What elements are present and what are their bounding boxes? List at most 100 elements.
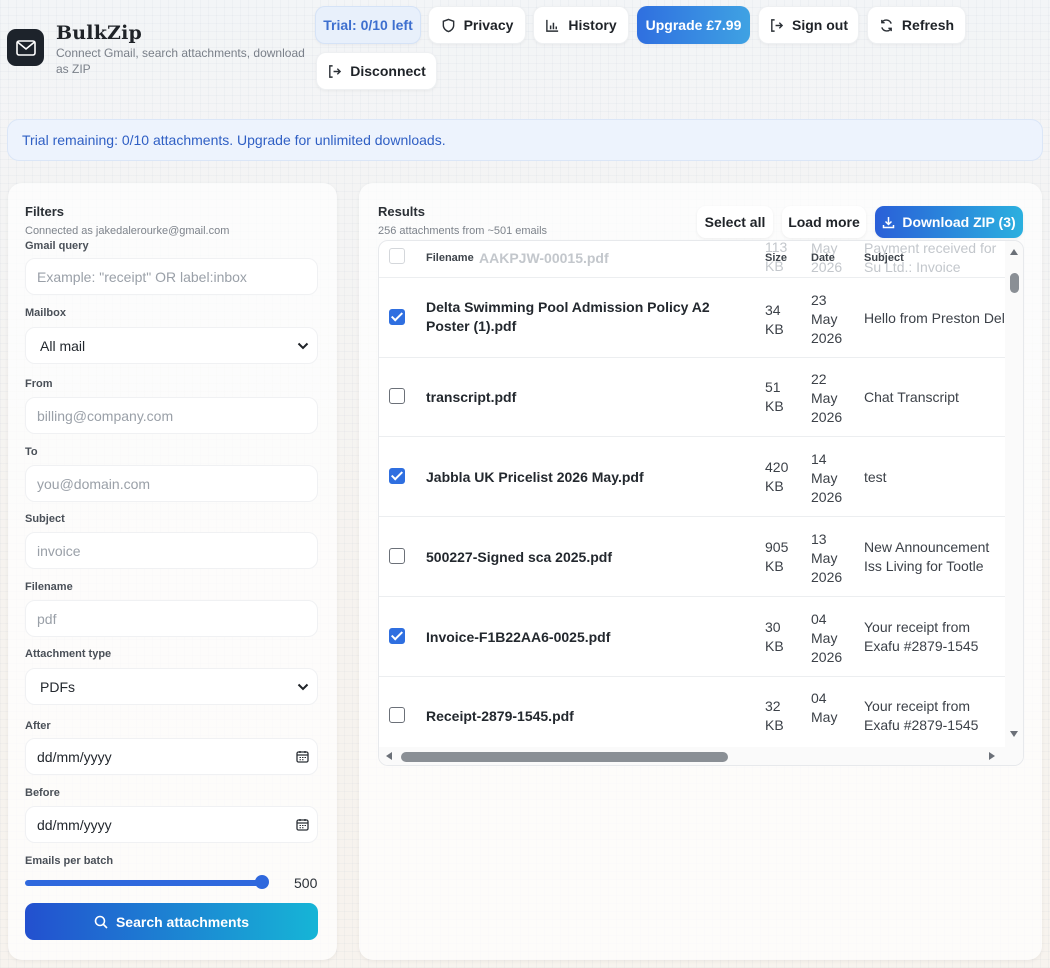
calendar-icon: [296, 751, 309, 763]
filters-title: Filters: [25, 204, 65, 219]
row-checkbox[interactable]: [389, 548, 405, 564]
table-row[interactable]: transcript.pdf 51 KB 22 May 2026 Chat Trans…: [379, 357, 1006, 437]
row-size: 30 KB: [765, 619, 784, 654]
before-label: Before: [25, 787, 60, 799]
disconnect-label: Disconnect: [350, 63, 426, 79]
before-date-input[interactable]: dd/mm/yyyy: [25, 806, 318, 843]
history-button[interactable]: History: [533, 6, 629, 44]
from-input[interactable]: billing@company.com: [25, 397, 318, 434]
row-subject: Your receipt from Exafu #2879-1545: [864, 619, 979, 654]
horizontal-scroll-thumb[interactable]: [401, 752, 728, 762]
upgrade-button[interactable]: Upgrade £7.99: [637, 6, 750, 44]
download-zip-label: Download ZIP (3): [902, 214, 1016, 230]
calendar-picker[interactable]: [296, 818, 309, 831]
row-checkbox[interactable]: [389, 468, 405, 484]
row-filename: Receipt-2879-1545.pdf: [426, 708, 574, 724]
table-header: Filename Size Date Subject: [379, 241, 1006, 278]
row-filename: Invoice-F1B22AA6-0025.pdf: [426, 629, 611, 645]
row-date: 14 May 2026: [811, 451, 843, 505]
row-date: 04 May: [811, 690, 838, 725]
row-size: 420 KB: [765, 459, 789, 494]
calendar-picker[interactable]: [296, 750, 309, 763]
trial-banner: Trial remaining: 0/10 attachments. Upgra…: [7, 119, 1043, 161]
from-label: From: [25, 378, 53, 390]
shield-icon: [442, 18, 454, 32]
attachment-type-select[interactable]: PDFs: [25, 668, 318, 705]
vertical-scrollbar[interactable]: [1005, 241, 1023, 749]
batch-label: Emails per batch: [25, 855, 114, 867]
table-row[interactable]: Delta Swimming Pool Admission Policy A2 …: [379, 278, 1006, 358]
column-date[interactable]: Date: [811, 252, 835, 264]
row-date: 22 May 2026: [811, 371, 843, 425]
scroll-up-arrow[interactable]: [1010, 249, 1018, 255]
connected-account: Connected as jakedalerourke@gmail.com: [25, 225, 230, 237]
history-label: History: [568, 17, 617, 33]
refresh-button[interactable]: Refresh: [867, 6, 966, 44]
row-checkbox[interactable]: [389, 628, 405, 644]
sign-out-button[interactable]: Sign out: [758, 6, 859, 44]
chevron-down-icon: [297, 683, 309, 690]
privacy-button[interactable]: Privacy: [428, 6, 526, 44]
scroll-left-arrow[interactable]: [386, 752, 392, 760]
search-attachments-label: Search attachments: [115, 913, 250, 930]
horizontal-scrollbar[interactable]: [379, 747, 1023, 765]
gmail-query-input[interactable]: Example: "receipt" OR label:inbox: [25, 258, 318, 295]
table-row[interactable]: 500227-Signed sca 2025.pdf 905 KB 13 May 2…: [379, 517, 1006, 597]
subject-input[interactable]: invoice: [25, 532, 318, 569]
download-zip-button[interactable]: Download ZIP (3): [875, 206, 1023, 238]
row-filename: 500227-Signed sca 2025.pdf: [426, 549, 612, 565]
row-checkbox[interactable]: [389, 309, 405, 325]
batch-slider-thumb[interactable]: [255, 875, 269, 889]
to-placeholder: you@domain.com: [37, 475, 151, 492]
results-title: Results: [378, 204, 425, 219]
row-size: 905 KB: [765, 539, 789, 574]
mailbox-value: All mail: [40, 337, 86, 354]
row-checkbox[interactable]: [389, 388, 405, 404]
column-size[interactable]: Size: [765, 252, 787, 264]
row-date: 23 May 2026: [811, 292, 843, 346]
subject-label: Subject: [25, 513, 65, 525]
to-label: To: [25, 446, 38, 458]
subject-placeholder: invoice: [37, 542, 81, 559]
row-checkbox[interactable]: [389, 707, 405, 723]
row-subject: test: [864, 469, 887, 485]
trial-banner-text: Trial remaining: 0/10 attachments. Upgra…: [22, 132, 446, 148]
after-date-value: dd/mm/yyyy: [37, 748, 112, 765]
select-all-label: Select all: [704, 214, 766, 230]
table-row[interactable]: Invoice-F1B22AA6-0025.pdf 30 KB 04 May 202…: [379, 597, 1006, 677]
vertical-scroll-thumb[interactable]: [1010, 273, 1019, 293]
search-icon: [94, 915, 108, 929]
refresh-label: Refresh: [901, 17, 955, 33]
load-more-label: Load more: [788, 214, 860, 230]
row-size: 51 KB: [765, 379, 784, 414]
trial-status-button[interactable]: Trial: 0/10 left: [315, 6, 421, 44]
mail-icon: [15, 39, 36, 56]
row-size: 32 KB: [765, 698, 784, 733]
batch-slider-track[interactable]: [25, 880, 268, 886]
app-subtitle: Connect Gmail, search attachments, downl…: [56, 46, 305, 76]
after-date-input[interactable]: dd/mm/yyyy: [25, 738, 318, 775]
row-subject: Your receipt from Exafu #2879-1545: [864, 698, 979, 733]
search-attachments-button[interactable]: Search attachments: [25, 903, 318, 940]
select-all-button[interactable]: Select all: [697, 206, 773, 238]
results-table-viewport: AAKPJW-00015.pdf 113 KB 26 May 2026 Paym…: [379, 241, 1006, 749]
download-icon: [883, 216, 895, 228]
table-row[interactable]: Jabbla UK Pricelist 2026 May.pdf 420 KB 14…: [379, 437, 1006, 517]
disconnect-button[interactable]: Disconnect: [316, 52, 437, 90]
row-filename: Jabbla UK Pricelist 2026 May.pdf: [426, 469, 644, 485]
gmail-query-placeholder: Example: "receipt" OR label:inbox: [37, 268, 247, 285]
app-title: BulkZip: [56, 22, 143, 44]
scroll-right-arrow[interactable]: [989, 752, 995, 760]
row-date: 13 May 2026: [811, 531, 843, 585]
scroll-down-arrow[interactable]: [1010, 731, 1018, 737]
to-input[interactable]: you@domain.com: [25, 465, 318, 502]
column-subject[interactable]: Subject: [864, 252, 904, 264]
upgrade-label: Upgrade £7.99: [645, 17, 742, 33]
load-more-button[interactable]: Load more: [782, 206, 866, 238]
column-filename[interactable]: Filename: [426, 252, 474, 264]
table-row[interactable]: Receipt-2879-1545.pdf 32 KB 04 May Your rec…: [379, 676, 1006, 749]
from-placeholder: billing@company.com: [37, 407, 174, 424]
mailbox-select[interactable]: All mail: [25, 327, 318, 364]
filename-input[interactable]: pdf: [25, 600, 318, 637]
trial-status-label: Trial: 0/10 left: [323, 17, 413, 33]
